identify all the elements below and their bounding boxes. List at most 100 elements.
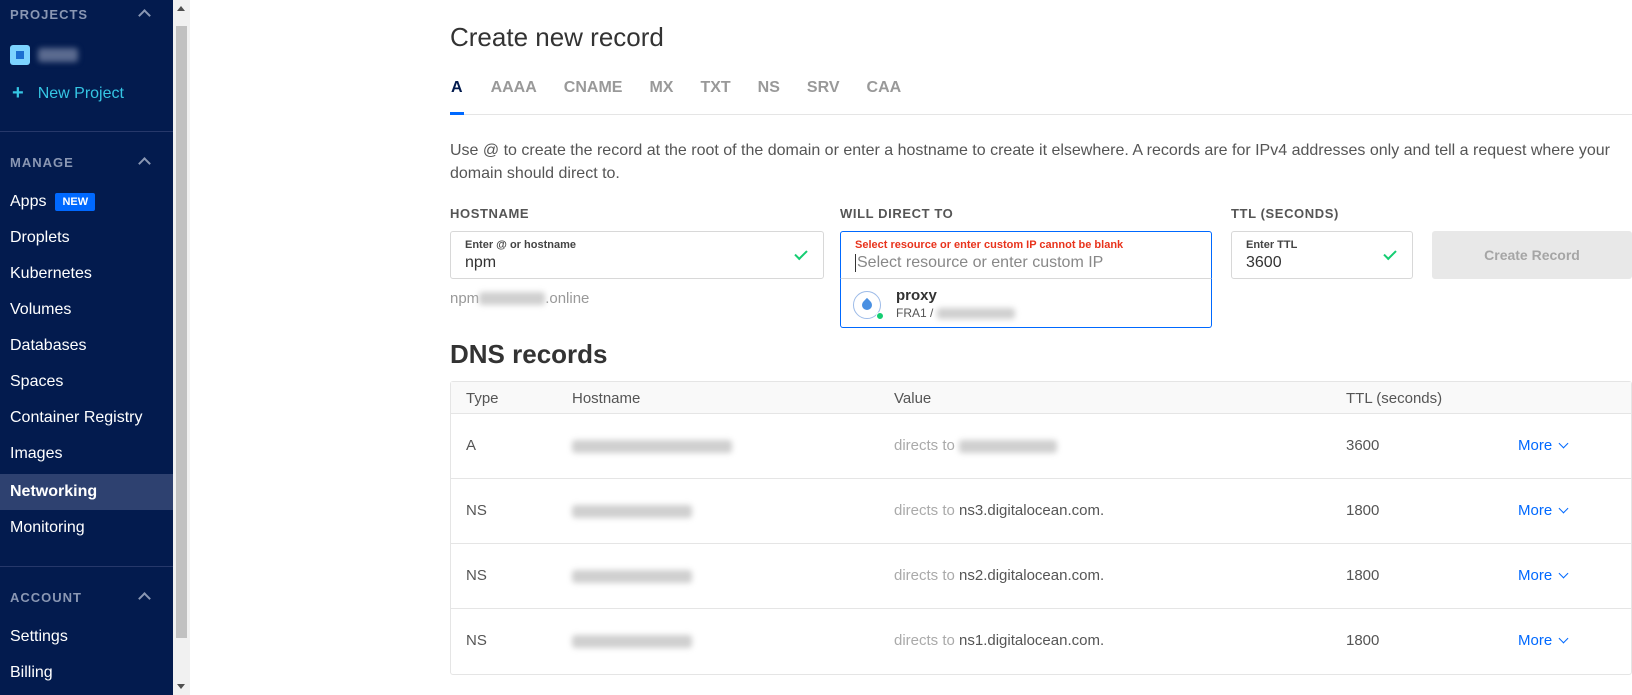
- directs-to-label: directs to: [894, 567, 955, 584]
- sidebar-item-container-registry[interactable]: Container Registry: [0, 400, 173, 436]
- sidebar-item-images[interactable]: Images: [0, 436, 173, 472]
- dns-records-table: Type Hostname Value TTL (seconds) A dire…: [450, 381, 1632, 675]
- ttl-field[interactable]: Enter TTL 3600: [1231, 231, 1413, 279]
- col-hostname: Hostname: [572, 390, 641, 407]
- row-value: ns2.digitalocean.com.: [959, 567, 1105, 584]
- sidebar-item-label: Spaces: [10, 373, 64, 390]
- scroll-down-arrow-icon[interactable]: [177, 684, 185, 689]
- tab-cname[interactable]: CNAME: [564, 79, 623, 115]
- row-value: ns1.digitalocean.com.: [959, 632, 1105, 649]
- direct-to-label: WILL DIRECT TO: [840, 206, 954, 221]
- sidebar: PROJECTS + New Project MANAGE Apps NEW D…: [0, 0, 173, 695]
- scroll-up-arrow-icon[interactable]: [177, 6, 185, 11]
- project-item[interactable]: [10, 45, 78, 65]
- sidebar-item-label: Droplets: [10, 229, 70, 246]
- table-row: A directs to 3600 More: [451, 414, 1631, 479]
- tab-a[interactable]: A: [450, 79, 464, 115]
- sidebar-item-label: Volumes: [10, 301, 72, 318]
- scroll-thumb[interactable]: [176, 26, 187, 638]
- more-button[interactable]: More: [1518, 567, 1569, 584]
- projects-header: PROJECTS: [10, 7, 89, 22]
- hostname-preview: npm .online: [450, 290, 590, 307]
- row-value: ns3.digitalocean.com.: [959, 502, 1105, 519]
- manage-header: MANAGE: [10, 155, 74, 170]
- text-caret: [855, 254, 856, 272]
- direct-to-placeholder: Select resource or enter custom IP: [857, 254, 1104, 272]
- row-ttl: 1800: [1346, 632, 1380, 649]
- status-online-dot: [876, 312, 884, 320]
- new-badge: NEW: [55, 193, 96, 211]
- chevron-down-icon: [1558, 568, 1569, 579]
- sidebar-item-kubernetes[interactable]: Kubernetes: [0, 256, 173, 292]
- sidebar-item-settings[interactable]: Settings: [0, 619, 173, 655]
- account-header: ACCOUNT: [10, 590, 82, 605]
- sidebar-item-label: Images: [10, 445, 63, 462]
- table-header: Type Hostname Value TTL (seconds): [451, 382, 1631, 414]
- record-type-tabs: A AAAA CNAME MX TXT NS SRV CAA: [450, 79, 1632, 115]
- sidebar-item-spaces[interactable]: Spaces: [0, 364, 173, 400]
- option-name: proxy: [896, 287, 937, 304]
- tab-mx[interactable]: MX: [649, 79, 673, 115]
- row-type: NS: [466, 632, 487, 649]
- sidebar-scrollbar[interactable]: [173, 0, 190, 695]
- ip-redacted: [937, 307, 1016, 319]
- ip-redacted: [959, 439, 1058, 453]
- row-ttl: 3600: [1346, 437, 1380, 454]
- hostname-redacted: [572, 570, 692, 583]
- tab-ns[interactable]: NS: [758, 79, 780, 115]
- sidebar-item-droplets[interactable]: Droplets: [0, 220, 173, 256]
- chevron-down-icon: [1558, 438, 1569, 449]
- hostname-value[interactable]: npm: [465, 254, 496, 272]
- collapse-projects-icon[interactable]: [138, 9, 151, 22]
- check-icon: [794, 246, 808, 261]
- row-type: NS: [466, 502, 487, 519]
- collapse-manage-icon[interactable]: [138, 157, 151, 170]
- sidebar-item-label: Monitoring: [10, 519, 85, 536]
- more-button[interactable]: More: [1518, 502, 1569, 519]
- sidebar-item-networking[interactable]: Networking: [0, 474, 173, 510]
- tab-caa[interactable]: CAA: [867, 79, 902, 115]
- sidebar-item-apps[interactable]: Apps NEW: [0, 184, 173, 220]
- table-row: NS directs to ns3.digitalocean.com. 1800…: [451, 479, 1631, 544]
- tab-aaaa[interactable]: AAAA: [491, 79, 537, 115]
- hostname-redacted: [572, 505, 692, 518]
- chevron-down-icon: [1558, 633, 1569, 644]
- project-name-redacted: [38, 48, 78, 62]
- sidebar-item-label: Databases: [10, 337, 87, 354]
- sidebar-item-monitoring[interactable]: Monitoring: [0, 510, 173, 546]
- hostname-field[interactable]: Enter @ or hostname npm: [450, 231, 824, 279]
- record-description: Use @ to create the record at the root o…: [450, 142, 1610, 182]
- directs-to-label: directs to: [894, 437, 955, 454]
- hostname-redacted: [572, 635, 692, 648]
- row-ttl: 1800: [1346, 502, 1380, 519]
- project-icon: [10, 45, 30, 65]
- sidebar-item-billing[interactable]: Billing: [0, 655, 173, 691]
- divider: [0, 131, 173, 132]
- resource-dropdown-option[interactable]: proxy FRA1 /: [840, 278, 1212, 328]
- tab-srv[interactable]: SRV: [807, 79, 840, 115]
- col-value: Value: [894, 390, 932, 407]
- divider: [0, 566, 173, 567]
- collapse-account-icon[interactable]: [138, 592, 151, 605]
- more-button[interactable]: More: [1518, 632, 1569, 649]
- page-title: Create new record: [450, 22, 664, 52]
- sidebar-item-databases[interactable]: Databases: [0, 328, 173, 364]
- table-row: NS directs to ns2.digitalocean.com. 1800…: [451, 544, 1631, 609]
- ttl-inner-label: Enter TTL: [1246, 239, 1298, 251]
- directs-to-label: directs to: [894, 632, 955, 649]
- row-ttl: 1800: [1346, 567, 1380, 584]
- new-project-label: New Project: [37, 84, 124, 102]
- create-record-button[interactable]: Create Record: [1432, 231, 1632, 279]
- plus-icon: +: [12, 82, 24, 104]
- check-icon: [1383, 246, 1397, 261]
- direct-to-field[interactable]: Select resource or enter custom IP canno…: [840, 231, 1212, 279]
- hostname-redacted: [572, 440, 732, 453]
- domain-redacted: [479, 292, 546, 305]
- main-content: Create new record A AAAA CNAME MX TXT NS…: [190, 0, 1632, 695]
- ttl-value[interactable]: 3600: [1246, 254, 1282, 272]
- row-type: NS: [466, 567, 487, 584]
- more-button[interactable]: More: [1518, 437, 1569, 454]
- sidebar-item-volumes[interactable]: Volumes: [0, 292, 173, 328]
- tab-txt[interactable]: TXT: [700, 79, 730, 115]
- new-project-link[interactable]: + New Project: [12, 82, 124, 105]
